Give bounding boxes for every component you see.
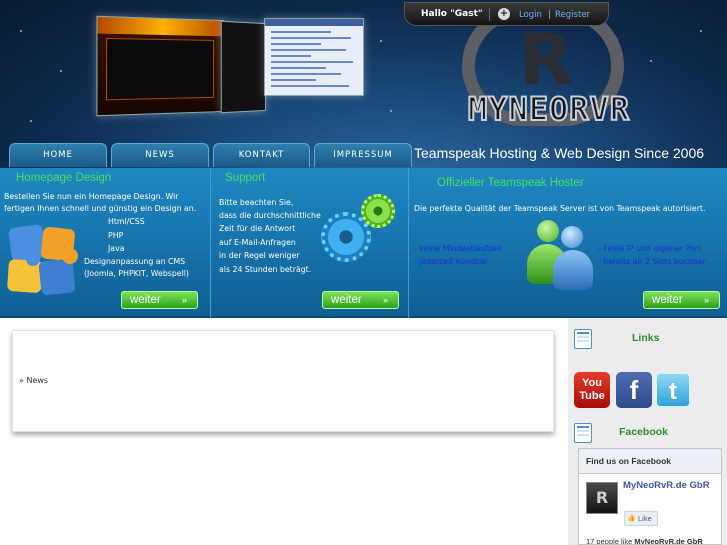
- teamspeak-feature: - jederzeit kündbar: [414, 257, 488, 266]
- arrow-icon: »: [181, 295, 187, 305]
- breadcrumb[interactable]: » News: [19, 376, 48, 385]
- service-item: PHP: [108, 231, 124, 240]
- teamspeak-title: Offizieller Teamspeak Hoster: [437, 177, 584, 189]
- plus-icon[interactable]: +: [498, 8, 510, 20]
- greeting: Hallo "Gast": [421, 9, 483, 19]
- website-screenshot-2: [220, 20, 266, 114]
- fb-like-count: 17 people like MyNeoRvR.de GbR: [586, 537, 703, 545]
- homepage-intro-line-1: Bestellen Sie nun ein Homepage Design. W…: [4, 192, 179, 201]
- fb-like-button[interactable]: Like: [624, 511, 658, 526]
- header: R MYNEORVR Hallo "Gast" + Login | Regist…: [0, 0, 727, 168]
- fb-count-page[interactable]: MyNeoRvR.de GbR: [634, 537, 702, 544]
- support-panel: Support Bitte beachten Sie, dass die dur…: [210, 168, 406, 318]
- homepage-design-title: Homepage Design: [16, 172, 112, 184]
- facebook-title: Facebook: [619, 426, 669, 438]
- news-box: » News: [12, 330, 554, 432]
- website-screenshot-1: [96, 15, 224, 117]
- nav-kontakt[interactable]: KONTAKT: [213, 143, 310, 167]
- logo-letter: R: [519, 19, 573, 101]
- weiter-label: weiter: [130, 294, 161, 306]
- divider: [489, 8, 490, 21]
- website-screenshot-3: [264, 18, 364, 96]
- service-item: (Joomla, PHPKIT, Webspell): [84, 269, 189, 278]
- teamspeak-feature: - Feste IP und eigener Port: [598, 244, 701, 253]
- page: R MYNEORVR Hallo "Gast" + Login | Regist…: [0, 0, 727, 545]
- facebook-icon[interactable]: f: [616, 372, 652, 408]
- avatar[interactable]: R: [586, 482, 618, 514]
- fb-box-header: Find us on Facebook: [579, 449, 721, 474]
- youtube-icon[interactable]: You Tube: [574, 372, 610, 408]
- user-bar: Hallo "Gast" + Login | Register: [404, 2, 609, 26]
- nav-news[interactable]: NEWS: [111, 143, 209, 167]
- support-line: als 24 Stunden beträgt.: [219, 265, 312, 274]
- twitter-label: t: [669, 378, 677, 405]
- support-line: Zeit für die Antwort: [219, 224, 296, 233]
- document-icon: [574, 423, 592, 443]
- links-title: Links: [632, 332, 660, 344]
- teamspeak-panel: Offizieller Teamspeak Hoster Die perfekt…: [408, 168, 727, 318]
- weiter-label: weiter: [652, 294, 683, 306]
- teamspeak-weiter-button[interactable]: weiter »: [643, 291, 720, 309]
- register-link[interactable]: Register: [555, 10, 590, 20]
- homepage-design-panel: Homepage Design Bestellen Sie nun ein Ho…: [0, 168, 208, 318]
- facebook-like-box: Find us on Facebook R MyNeoRvR.de GbR Li…: [578, 448, 722, 545]
- teamspeak-feature: - keine Mindestlaufzeit: [414, 244, 503, 253]
- document-icon: [574, 329, 592, 349]
- login-link[interactable]: Login: [519, 10, 542, 20]
- support-weiter-button[interactable]: weiter »: [322, 291, 399, 309]
- support-line: dass die durchschnittliche: [219, 211, 321, 220]
- nav-home[interactable]: HOME: [9, 143, 107, 167]
- youtube-label: You Tube: [579, 377, 605, 402]
- service-item: Java: [108, 244, 125, 253]
- support-title: Support: [225, 172, 266, 184]
- feature-band: Homepage Design Bestellen Sie nun ein Ho…: [0, 168, 727, 318]
- support-line: auf E-Mail-Anfragen: [219, 238, 296, 247]
- link-separator: |: [548, 10, 551, 20]
- fb-count-text: 17 people like: [586, 537, 633, 545]
- support-line: in der Regel weniger: [219, 251, 300, 260]
- slogan: Teamspeak Hosting & Web Design Since 200…: [414, 145, 705, 161]
- support-line: Bitte beachten Sie,: [219, 198, 294, 207]
- homepage-intro-line-2: fertigen Ihnen schnell und günstig ein D…: [4, 204, 197, 213]
- facebook-label: f: [629, 375, 639, 405]
- teamspeak-intro: Die perfekte Qualität der Teamspeak Serv…: [414, 204, 706, 213]
- arrow-icon: »: [382, 295, 388, 305]
- weiter-label: weiter: [331, 294, 362, 306]
- logo-wordmark: MYNEORVR: [467, 90, 631, 128]
- service-item: Html/CSS: [108, 217, 145, 226]
- homepage-weiter-button[interactable]: weiter »: [121, 291, 198, 309]
- arrow-icon: »: [703, 295, 709, 305]
- service-item: Designanpassung an CMS: [84, 257, 186, 266]
- teamspeak-feature: - bereits ab 2 Slots buchbar: [598, 257, 706, 266]
- nav-impressum[interactable]: IMPRESSUM: [314, 143, 412, 167]
- twitter-icon[interactable]: t: [655, 372, 691, 408]
- fb-page-name[interactable]: MyNeoRvR.de GbR: [623, 480, 713, 492]
